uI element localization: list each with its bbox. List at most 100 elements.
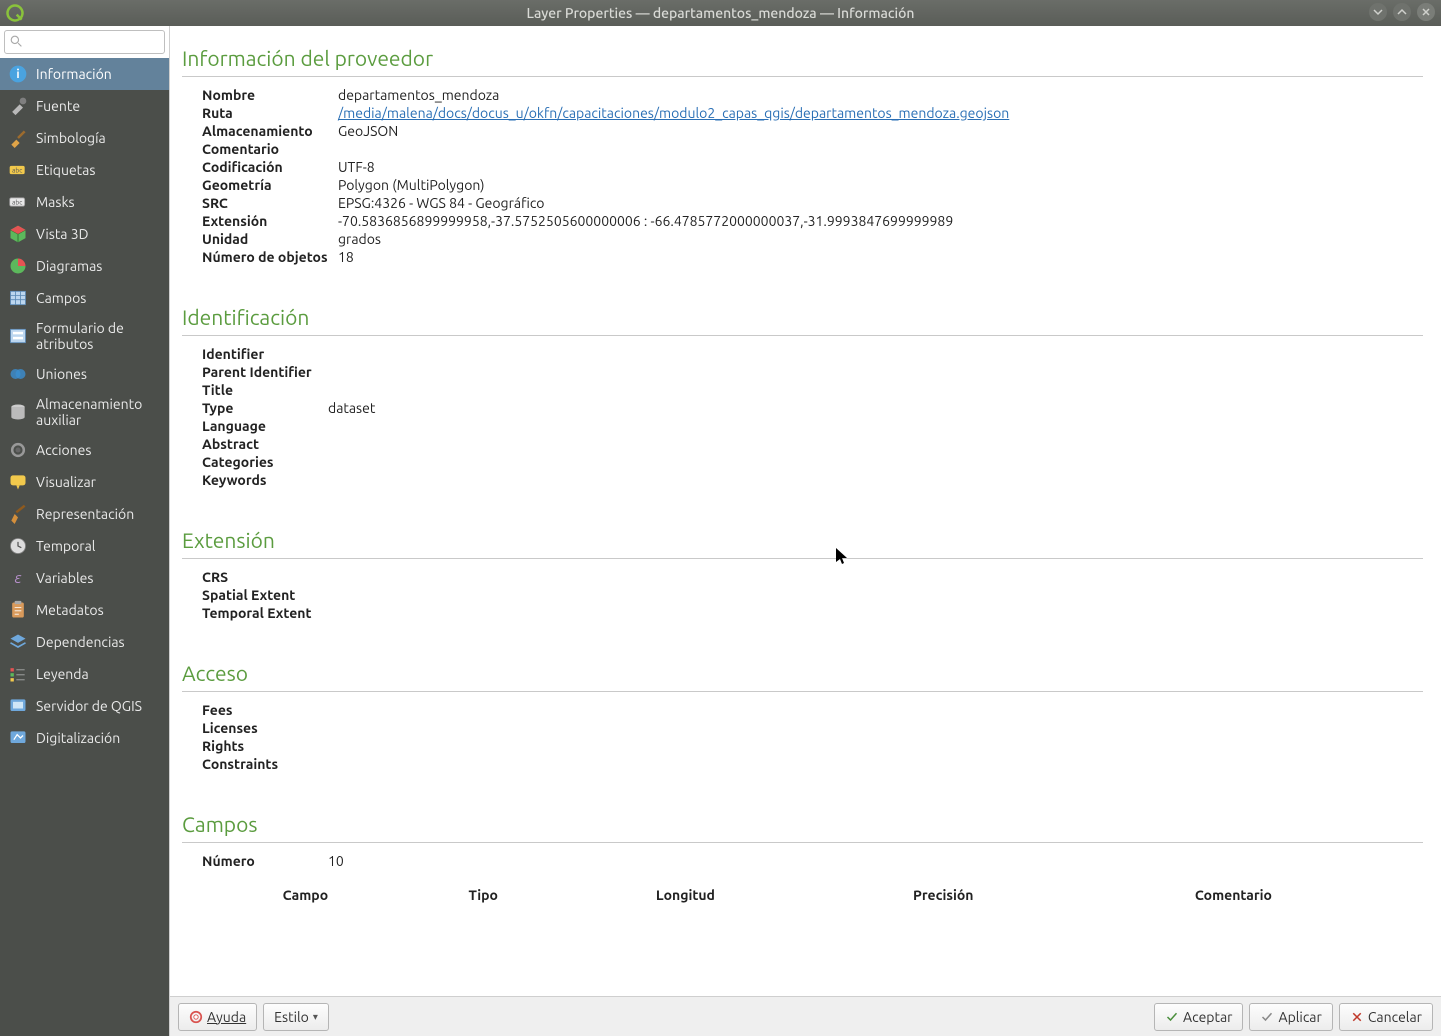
value-src: EPSG:4326 - WGS 84 - Geográfico xyxy=(338,195,1423,211)
label-codificacion: Codificación xyxy=(202,159,332,175)
value-crs xyxy=(328,569,1423,585)
label-src: SRC xyxy=(202,195,332,211)
search-input[interactable] xyxy=(4,30,165,54)
sidebar-item-label: Campos xyxy=(36,290,86,306)
table-icon xyxy=(8,288,28,308)
label-nombre: Nombre xyxy=(202,87,332,103)
maximize-button[interactable] xyxy=(1393,3,1411,21)
value-abstract xyxy=(328,436,1423,452)
label-unidad: Unidad xyxy=(202,231,332,247)
search-icon xyxy=(10,35,23,48)
value-nombre: departamentos_mendoza xyxy=(338,87,1423,103)
sidebar-item-leyenda[interactable]: Leyenda xyxy=(0,658,169,690)
help-button[interactable]: Ayuda xyxy=(178,1003,257,1031)
value-fees xyxy=(328,702,1423,718)
digitize-icon xyxy=(8,728,28,748)
tooltip-icon xyxy=(8,472,28,492)
window-title: Layer Properties — departamentos_mendoza… xyxy=(0,5,1441,21)
sidebar-item-campos[interactable]: Campos xyxy=(0,282,169,314)
sidebar-item-diagramas[interactable]: Diagramas xyxy=(0,250,169,282)
apply-button[interactable]: Aplicar xyxy=(1249,1003,1332,1031)
close-button[interactable] xyxy=(1417,3,1435,21)
label-fees: Fees xyxy=(202,702,322,718)
section-heading-proveedor: Información del proveedor xyxy=(182,46,1423,70)
sidebar-item-label: Vista 3D xyxy=(36,226,88,242)
th-campo: Campo xyxy=(202,883,409,907)
sidebar-item-label: Representación xyxy=(36,506,134,522)
sidebar-item-temporal[interactable]: Temporal xyxy=(0,530,169,562)
help-button-label: Ayuda xyxy=(207,1009,246,1025)
value-licenses xyxy=(328,720,1423,736)
style-button[interactable]: Estilo ▾ xyxy=(263,1003,329,1031)
sidebar-item-uniones[interactable]: Uniones xyxy=(0,358,169,390)
minimize-button[interactable] xyxy=(1369,3,1387,21)
cube-icon xyxy=(8,224,28,244)
label-licenses: Licenses xyxy=(202,720,322,736)
clock-icon xyxy=(8,536,28,556)
label-parent-identifier: Parent Identifier xyxy=(202,364,322,380)
sidebar-item-informacion[interactable]: i Información xyxy=(0,58,169,90)
sidebar-item-label: Simbología xyxy=(36,130,106,146)
th-longitud: Longitud xyxy=(558,883,813,907)
sidebar-item-vista3d[interactable]: Vista 3D xyxy=(0,218,169,250)
sidebar-item-masks[interactable]: abc Masks xyxy=(0,186,169,218)
cancel-button[interactable]: Cancelar xyxy=(1339,1003,1433,1031)
section-divider xyxy=(182,691,1423,692)
sidebar-item-label: Etiquetas xyxy=(36,162,95,178)
proveedor-table: Nombre departamentos_mendoza Ruta /media… xyxy=(182,87,1423,265)
sidebar-item-label: Almacenamiento auxiliar xyxy=(36,396,161,428)
style-button-label: Estilo xyxy=(274,1009,309,1025)
sidebar-item-label: Fuente xyxy=(36,98,80,114)
label-numero-objetos: Número de objetos xyxy=(202,249,332,265)
value-temporal-extent xyxy=(328,605,1423,621)
value-categories xyxy=(328,454,1423,470)
brush-icon xyxy=(8,128,28,148)
value-ruta-link[interactable]: /media/malena/docs/docus_u/okfn/capacita… xyxy=(338,105,1009,121)
content-panel: Información del proveedor Nombre departa… xyxy=(170,26,1441,996)
svg-text:abc: abc xyxy=(12,199,22,207)
label-extension: Extensión xyxy=(202,213,332,229)
label-crs: CRS xyxy=(202,569,322,585)
sidebar-item-label: Información xyxy=(36,66,112,82)
server-icon xyxy=(8,696,28,716)
sidebar-item-label: Leyenda xyxy=(36,666,89,682)
sidebar-item-label: Masks xyxy=(36,194,75,210)
sidebar-item-visualizar[interactable]: Visualizar xyxy=(0,466,169,498)
sidebar-item-label: Digitalización xyxy=(36,730,120,746)
value-geometria: Polygon (MultiPolygon) xyxy=(338,177,1423,193)
campos-table: Campo Tipo Longitud Precisión Comentario xyxy=(202,883,1393,907)
identificacion-table: Identifier Parent Identifier Title Typed… xyxy=(182,346,1423,488)
sidebar-item-metadatos[interactable]: Metadatos xyxy=(0,594,169,626)
mask-icon: abc xyxy=(8,192,28,212)
label-title: Title xyxy=(202,382,322,398)
sidebar-item-etiquetas[interactable]: abc Etiquetas xyxy=(0,154,169,186)
sidebar-item-variables[interactable]: ε Variables xyxy=(0,562,169,594)
sidebar-item-label: Visualizar xyxy=(36,474,96,490)
sidebar-item-digitalizacion[interactable]: Digitalización xyxy=(0,722,169,754)
value-spatial-extent xyxy=(328,587,1423,603)
sidebar-item-label: Uniones xyxy=(36,366,87,382)
label-numero: Número xyxy=(202,853,322,869)
label-temporal-extent: Temporal Extent xyxy=(202,605,322,621)
sidebar-item-fuente[interactable]: Fuente xyxy=(0,90,169,122)
sidebar-item-label: Acciones xyxy=(36,442,91,458)
sidebar-item-representacion[interactable]: Representación xyxy=(0,498,169,530)
sidebar-item-formulario[interactable]: Formulario de atributos xyxy=(0,314,169,358)
section-divider xyxy=(182,335,1423,336)
sidebar-item-label: Metadatos xyxy=(36,602,104,618)
label-constraints: Constraints xyxy=(202,756,322,772)
sidebar-item-label: Servidor de QGIS xyxy=(36,698,142,714)
label-comentario: Comentario xyxy=(202,141,332,157)
svg-text:ε: ε xyxy=(15,569,22,586)
sidebar-item-almacenamiento[interactable]: Almacenamiento auxiliar xyxy=(0,390,169,434)
accept-button[interactable]: Aceptar xyxy=(1154,1003,1243,1031)
label-language: Language xyxy=(202,418,322,434)
label-rights: Rights xyxy=(202,738,322,754)
section-divider xyxy=(182,76,1423,77)
sidebar-item-simbologia[interactable]: Simbología xyxy=(0,122,169,154)
storage-icon xyxy=(8,402,28,422)
sidebar-item-acciones[interactable]: Acciones xyxy=(0,434,169,466)
acceso-table: Fees Licenses Rights Constraints xyxy=(182,702,1423,772)
sidebar-item-servidor[interactable]: Servidor de QGIS xyxy=(0,690,169,722)
sidebar-item-dependencias[interactable]: Dependencias xyxy=(0,626,169,658)
